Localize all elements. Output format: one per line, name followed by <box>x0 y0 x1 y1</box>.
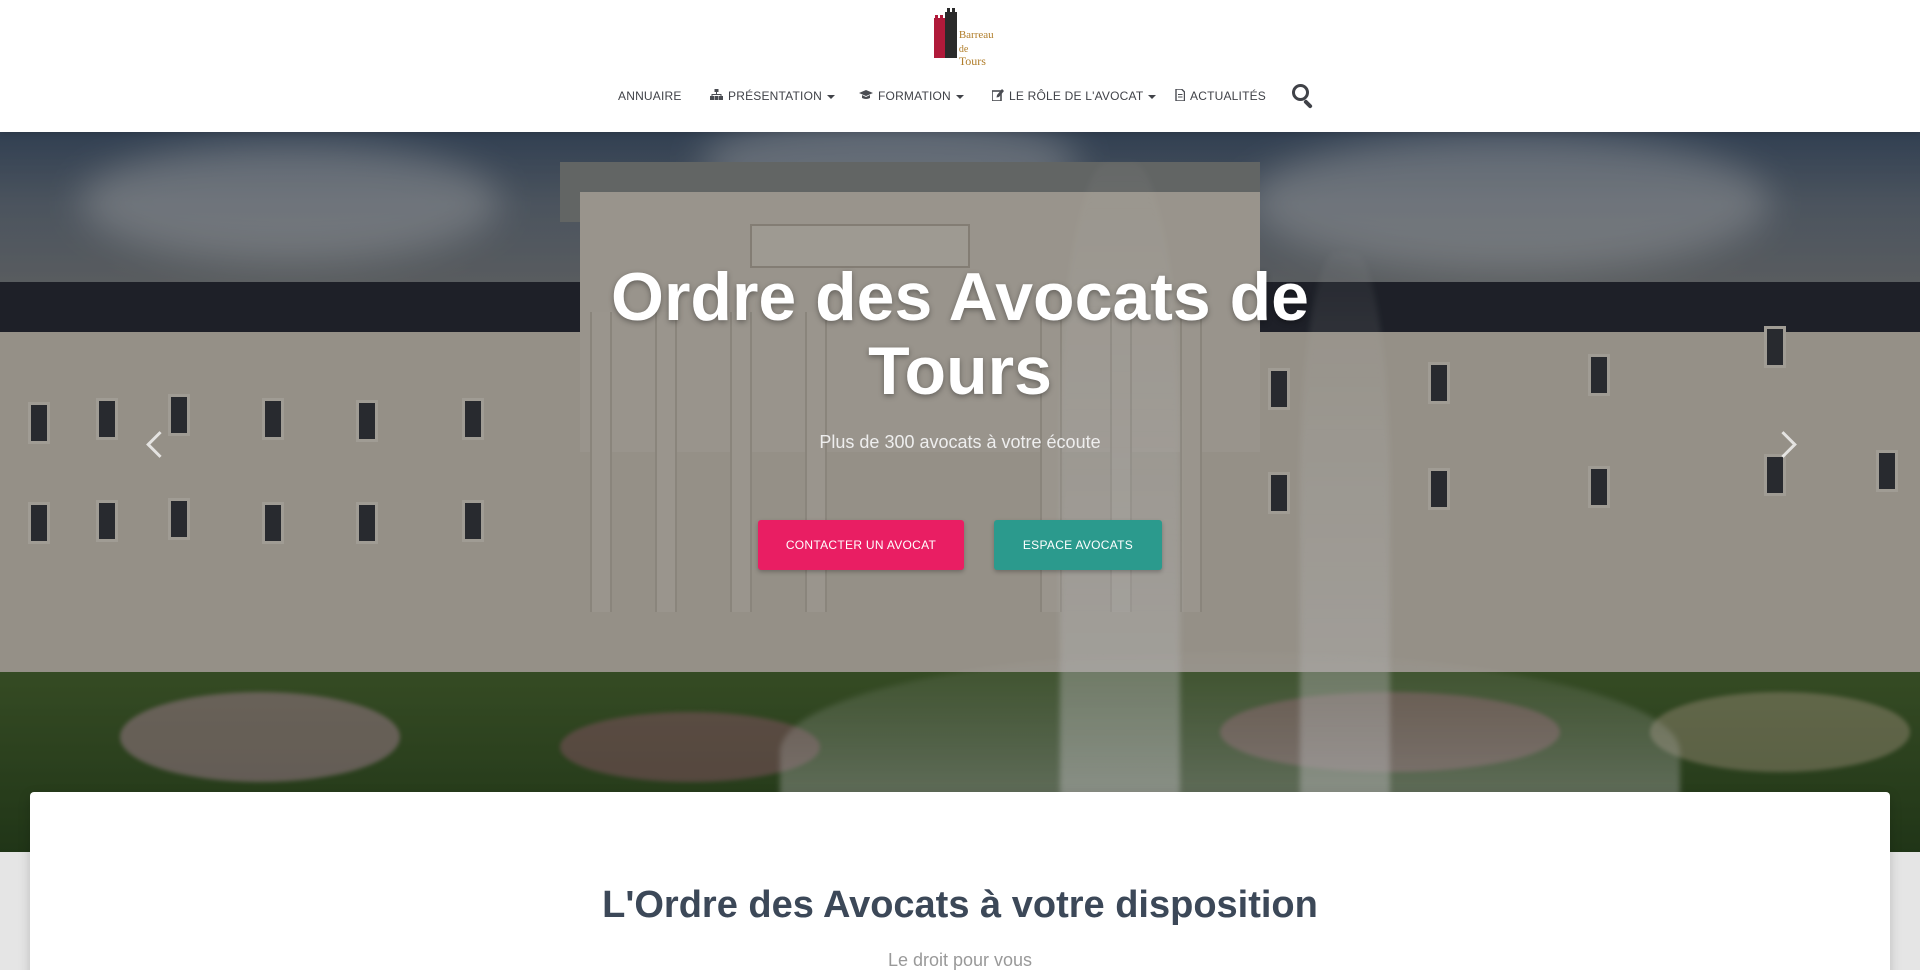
hero-title: Ordre des Avocats de Tours <box>611 259 1309 409</box>
nav-item-formation[interactable]: FORMATION <box>859 83 964 109</box>
nav-item-label: FORMATION <box>878 89 951 103</box>
section-title: L'Ordre des Avocats à votre disposition <box>602 884 1318 926</box>
search-icon[interactable] <box>1290 82 1316 110</box>
nav-item-role-avocat[interactable]: LE RÔLE DE L'AVOCAT <box>991 83 1157 109</box>
logo-line-1: Barreau <box>958 29 994 41</box>
contact-lawyer-button[interactable]: CONTACTER UN AVOCAT <box>758 520 964 570</box>
nav-item-actualites[interactable]: ACTUALITÉS <box>1175 83 1266 109</box>
nav-item-label: ACTUALITÉS <box>1190 89 1267 103</box>
nav-item-label: PRÉSENTATION <box>728 89 822 103</box>
logo-line-2: de Tours <box>958 44 986 68</box>
nav-item-label: ANNUAIRE <box>618 89 682 103</box>
site-logo[interactable]: Barreau de Tours <box>934 8 996 67</box>
lawyer-space-button[interactable]: ESPACE AVOCATS <box>994 520 1162 570</box>
logo-text: Barreau de Tours <box>959 30 996 68</box>
logo-emblem <box>934 8 957 60</box>
content-card: L'Ordre des Avocats à votre disposition … <box>30 792 1890 970</box>
nav-item-presentation[interactable]: PRÉSENTATION <box>710 83 835 109</box>
chevron-down-icon <box>1148 95 1157 99</box>
chevron-down-icon <box>955 95 964 99</box>
nav-item-annuaire[interactable]: ANNUAIRE <box>618 83 682 109</box>
graduation-cap-icon <box>859 89 873 103</box>
chevron-down-icon <box>826 95 835 99</box>
edit-icon <box>991 88 1004 104</box>
nav-item-label: LE RÔLE DE L'AVOCAT <box>1009 89 1144 103</box>
file-text-icon <box>1175 87 1186 104</box>
hero-slider: Ordre des Avocats de Tours Plus de 300 a… <box>0 132 1920 852</box>
hero-subtitle: Plus de 300 avocats à votre écoute <box>819 432 1101 452</box>
sitemap-icon <box>710 89 723 103</box>
chevron-right-icon[interactable] <box>1774 428 1796 460</box>
chevron-left-icon[interactable] <box>144 428 166 460</box>
main-nav: ANNUAIRE PRÉSENTATION FORMATION LE RÔLE … <box>0 83 1920 109</box>
section-subtitle: Le droit pour vous <box>887 950 1033 970</box>
site-header: Barreau de Tours ANNUAIRE PRÉSENTATION F… <box>0 0 1920 132</box>
